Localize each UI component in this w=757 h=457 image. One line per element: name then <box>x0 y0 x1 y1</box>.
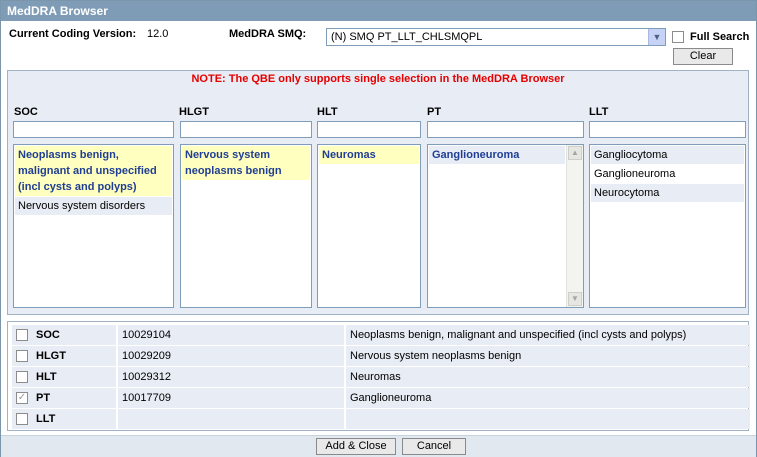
smq-label: MedDRA SMQ: <box>229 28 307 40</box>
llt-checkbox[interactable] <box>16 413 28 425</box>
row-level-label: PT <box>36 392 51 404</box>
smq-selected-value: (N) SMQ PT_LLT_CHLSMQPL <box>331 31 483 43</box>
pt-list-item[interactable]: Ganglioneuroma <box>429 146 565 164</box>
dialog-footer: Add & Close Cancel <box>1 435 756 457</box>
clear-button[interactable]: Clear <box>673 48 733 65</box>
llt-list-item[interactable]: Gangliocytoma <box>591 146 744 164</box>
row-term-name: Neoplasms benign, malignant and unspecif… <box>346 325 750 345</box>
row-term-name: Nervous system neoplasms benign <box>346 346 750 366</box>
pt-list-scrollbar[interactable]: ▲ ▼ <box>566 145 583 307</box>
row-level-label: SOC <box>36 329 60 341</box>
table-row: HLGT 10029209 Nervous system neoplasms b… <box>12 346 750 366</box>
hlt-checkbox[interactable] <box>16 371 28 383</box>
smq-select[interactable]: (N) SMQ PT_LLT_CHLSMQPL ▼ <box>326 28 666 46</box>
window-title: MedDRA Browser <box>1 1 756 21</box>
row-level-label: LLT <box>36 413 56 425</box>
hlgt-column-label: HLGT <box>179 106 209 118</box>
table-row: HLT 10029312 Neuromas <box>12 367 750 387</box>
llt-column-label: LLT <box>589 106 609 118</box>
scroll-down-icon[interactable]: ▼ <box>568 292 582 306</box>
table-row: ✓ PT 10017709 Ganglioneuroma <box>12 388 750 408</box>
row-code: 10029312 <box>118 367 344 387</box>
table-row: LLT <box>12 409 750 429</box>
qbe-note: NOTE: The QBE only supports single selec… <box>191 73 565 85</box>
row-level-label: HLGT <box>36 350 66 362</box>
scroll-up-icon[interactable]: ▲ <box>568 146 582 160</box>
pt-column-label: PT <box>427 106 442 118</box>
checkmark-icon: ✓ <box>17 392 27 403</box>
pt-list: Ganglioneuroma ▲ ▼ <box>427 144 584 308</box>
meddra-browser-window: MedDRA Browser Current Coding Version: 1… <box>0 0 757 457</box>
llt-list-item[interactable]: Neurocytoma <box>591 184 744 202</box>
soc-column-label: SOC <box>14 106 38 118</box>
hlt-filter-input[interactable] <box>317 121 421 138</box>
add-close-button[interactable]: Add & Close <box>316 438 396 455</box>
full-search-label: Full Search <box>690 31 750 43</box>
row-term-name: Ganglioneuroma <box>346 388 750 408</box>
row-term-name: Neuromas <box>346 367 750 387</box>
table-row: SOC 10029104 Neoplasms benign, malignant… <box>12 325 750 345</box>
cancel-button[interactable]: Cancel <box>402 438 466 455</box>
hlt-list: Neuromas <box>317 144 421 308</box>
full-search-checkbox[interactable] <box>672 31 684 43</box>
row-code: 10029209 <box>118 346 344 366</box>
llt-list-item[interactable]: Ganglioneuroma <box>591 165 744 183</box>
browser-panel: NOTE: The QBE only supports single selec… <box>7 70 749 315</box>
pt-filter-input[interactable] <box>427 121 584 138</box>
soc-list-item[interactable]: Nervous system disorders <box>15 197 172 215</box>
row-level-label: HLT <box>36 371 57 383</box>
pt-checkbox[interactable]: ✓ <box>16 392 28 404</box>
row-code: 10017709 <box>118 388 344 408</box>
llt-list: Gangliocytoma Ganglioneuroma Neurocytoma <box>589 144 746 308</box>
soc-list-item[interactable]: Neoplasms benign, malignant and unspecif… <box>15 146 172 196</box>
row-code <box>118 409 344 429</box>
coding-version-label: Current Coding Version: <box>9 28 137 40</box>
row-term-name <box>346 409 750 429</box>
llt-filter-input[interactable] <box>589 121 746 138</box>
soc-list: Neoplasms benign, malignant and unspecif… <box>13 144 174 308</box>
hlt-list-item[interactable]: Neuromas <box>319 146 419 164</box>
soc-checkbox[interactable] <box>16 329 28 341</box>
hlgt-list-item[interactable]: Nervous system neoplasms benign <box>182 146 310 180</box>
hlgt-checkbox[interactable] <box>16 350 28 362</box>
hlgt-filter-input[interactable] <box>180 121 312 138</box>
selection-table: SOC 10029104 Neoplasms benign, malignant… <box>7 321 750 431</box>
chevron-down-icon[interactable]: ▼ <box>648 29 665 45</box>
soc-filter-input[interactable] <box>13 121 174 138</box>
coding-version-value: 12.0 <box>147 28 169 40</box>
row-code: 10029104 <box>118 325 344 345</box>
hlt-column-label: HLT <box>317 106 338 118</box>
hlgt-list: Nervous system neoplasms benign <box>180 144 312 308</box>
